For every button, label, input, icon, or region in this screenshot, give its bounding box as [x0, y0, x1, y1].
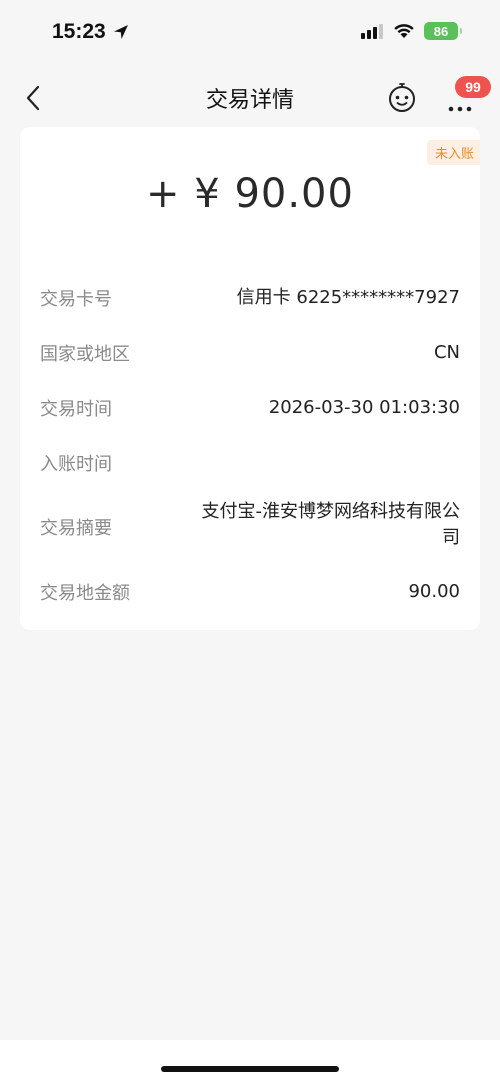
notification-badge: 99	[455, 76, 491, 98]
bottom-area	[0, 1040, 500, 1083]
transaction-card: 未入账 + ¥ 90.00 交易卡号 信用卡 6225********7927 …	[20, 127, 480, 630]
detail-label: 交易时间	[40, 399, 112, 420]
home-indicator[interactable]	[161, 1066, 339, 1072]
status-time: 15:23	[52, 20, 130, 44]
battery-icon: 86	[424, 22, 462, 40]
detail-value: 信用卡 6225********7927	[236, 287, 460, 308]
page-title: 交易详情	[205, 88, 294, 113]
location-arrow-icon	[113, 25, 128, 39]
detail-value: CN	[433, 342, 460, 363]
detail-value: 支付宝-淮安博梦网络科技有限公司	[201, 501, 461, 548]
battery-level: 86	[433, 23, 449, 39]
detail-value: 2026-03-30 01:03:30	[268, 397, 460, 418]
wifi-icon	[394, 24, 414, 38]
status-badge: 未入账	[426, 140, 480, 165]
status-time-text: 15:23	[52, 20, 106, 43]
detail-value: 90.00	[408, 581, 460, 602]
cellular-signal-icon	[361, 24, 383, 39]
robot-face-icon	[389, 83, 415, 112]
detail-label: 交易摘要	[40, 518, 112, 539]
detail-label: 交易地金额	[40, 583, 130, 604]
status-icons: 86	[360, 22, 462, 40]
detail-label: 国家或地区	[40, 344, 130, 365]
detail-label: 入账时间	[40, 454, 112, 475]
status-bar: 15:23 86	[0, 0, 500, 64]
detail-label: 交易卡号	[40, 289, 112, 310]
assistant-button[interactable]	[386, 82, 418, 114]
nav-bar: 交易详情	[0, 70, 500, 126]
transaction-amount: + ¥ 90.00	[146, 171, 354, 217]
